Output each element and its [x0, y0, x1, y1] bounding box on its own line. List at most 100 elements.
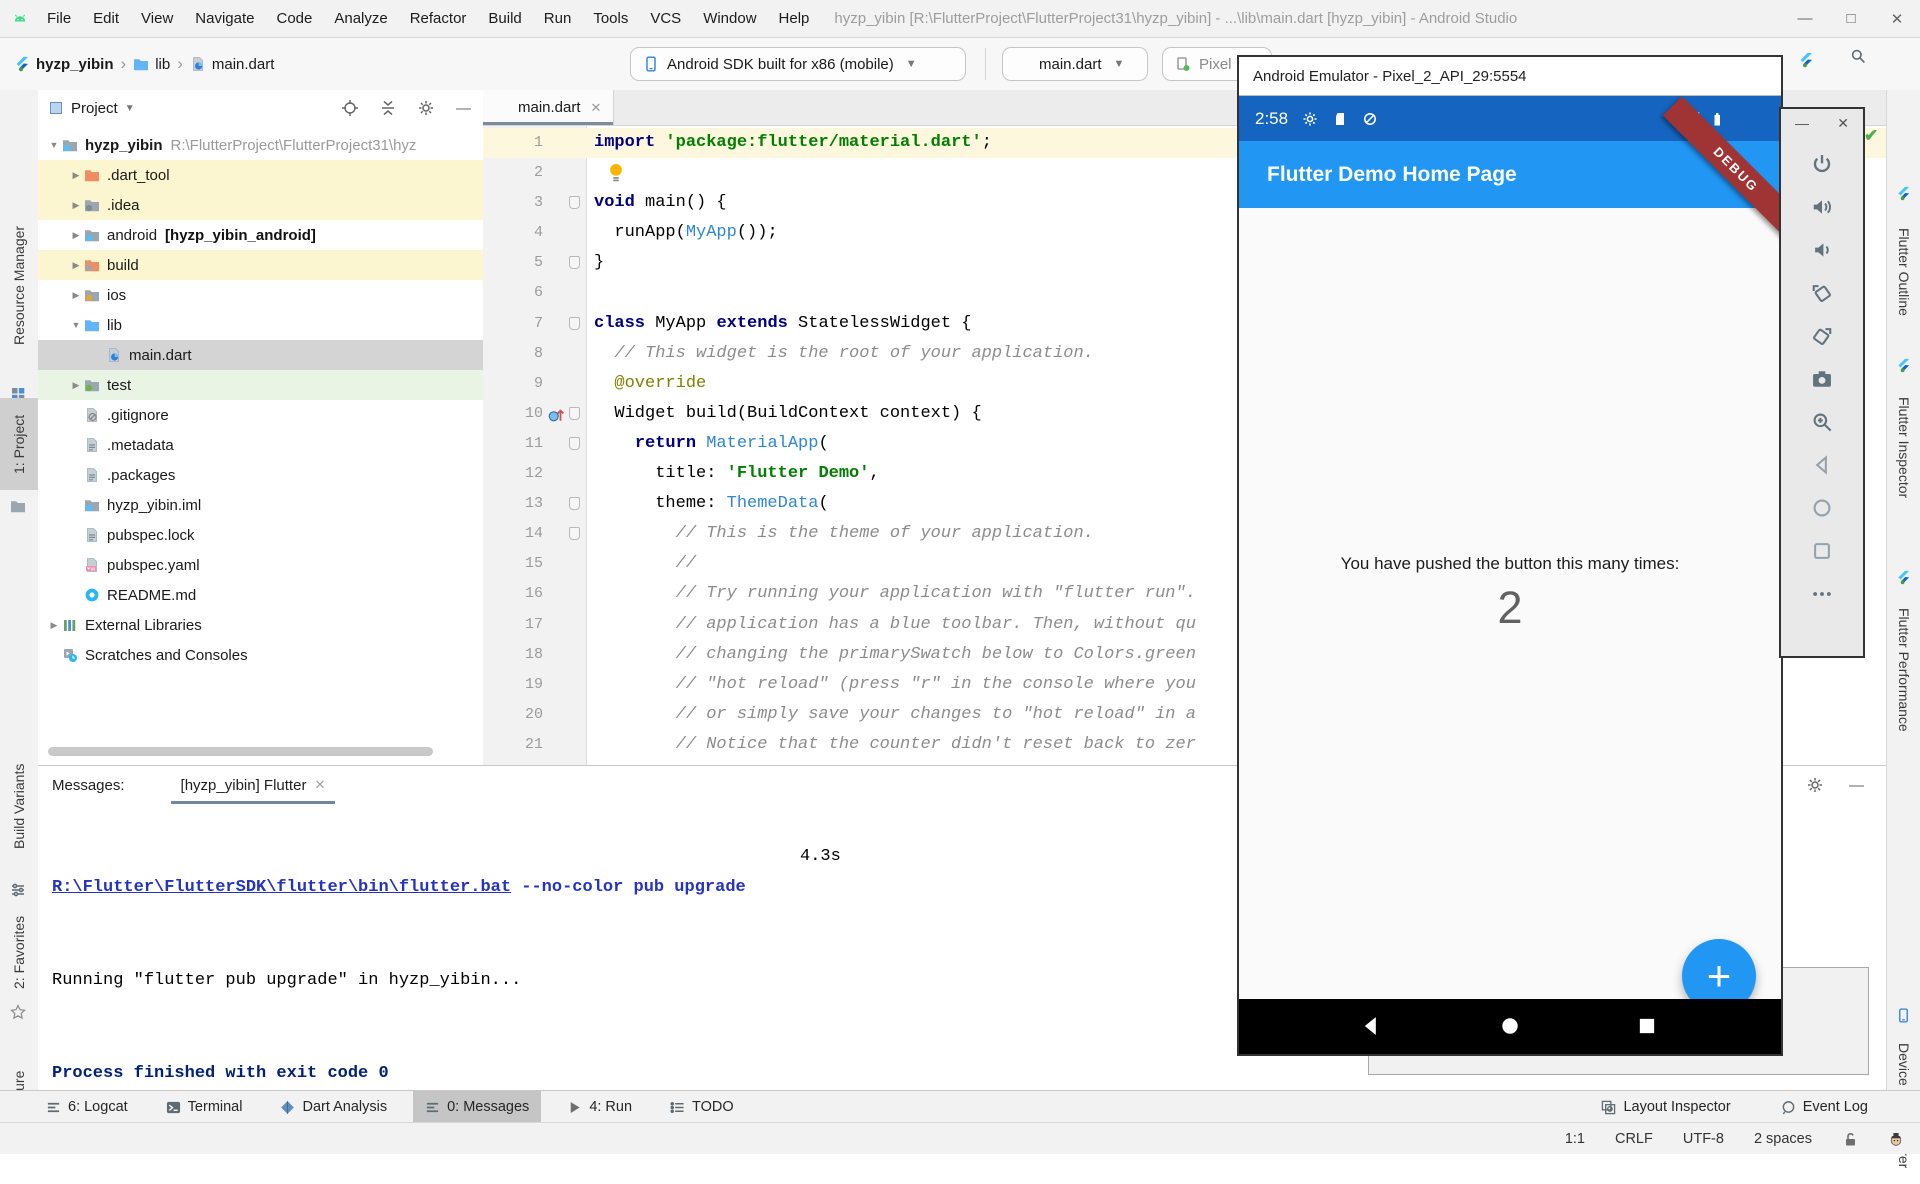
chevron-down-icon[interactable]: ▼ [46, 140, 62, 150]
breadcrumb-item[interactable]: main.dart [190, 56, 275, 73]
chevron-right-icon[interactable]: ▶ [46, 620, 62, 631]
fold-marker-icon[interactable] [569, 437, 580, 450]
emulator-rotate-right-button[interactable] [1809, 323, 1835, 349]
chevron-right-icon[interactable]: ▶ [68, 230, 84, 241]
menu-tools[interactable]: Tools [582, 10, 639, 27]
tree-item--idea[interactable]: ▶.idea [38, 190, 483, 220]
project-panel-title[interactable]: Project [71, 100, 118, 117]
emulator-rotate-left-button[interactable] [1809, 280, 1835, 306]
toolwindow-button-4-run[interactable]: 4: Run [555, 1091, 644, 1123]
emulator-screen[interactable]: 2:58 Flutter Demo Home Page DEBUG [1239, 96, 1781, 1054]
run-configuration-selector[interactable]: main.dart ▼ [1002, 47, 1148, 81]
toolwindow-button-todo[interactable]: TODO [658, 1091, 746, 1123]
menu-vcs[interactable]: VCS [639, 10, 692, 27]
inspections-ok-icon[interactable]: ✔ [1864, 126, 1878, 146]
chevron-right-icon[interactable]: ▶ [68, 170, 84, 181]
toolwindow-button-dart-analysis[interactable]: Dart Analysis [268, 1091, 399, 1123]
toolwindow-button-6-logcat[interactable]: 6: Logcat [34, 1091, 140, 1123]
line-ending[interactable]: CRLF [1615, 1131, 1653, 1147]
emulator-overview-button[interactable] [1809, 538, 1835, 564]
inspection-profile-icon[interactable] [1888, 1131, 1904, 1147]
emulator-close-button[interactable]: ✕ [1837, 115, 1849, 132]
stripe-project[interactable]: 1: Project [0, 398, 38, 490]
toolwindow-button-terminal[interactable]: Terminal [154, 1091, 255, 1123]
caret-position[interactable]: 1:1 [1565, 1131, 1585, 1147]
tree-item-test[interactable]: ▶test [38, 370, 483, 400]
emulator-volume-down-button[interactable] [1809, 237, 1835, 263]
file-encoding[interactable]: UTF-8 [1683, 1131, 1724, 1147]
flutter-attach-icon[interactable] [1798, 52, 1814, 68]
hide-panel-icon[interactable]: — [1849, 777, 1864, 794]
project-folder-icon[interactable] [10, 498, 26, 514]
tree-item-scratches-and-consoles[interactable]: Scratches and Consoles [38, 640, 483, 670]
flutter-icon[interactable] [1896, 358, 1911, 373]
fold-marker-icon[interactable] [569, 317, 580, 330]
toolwindow-button-layout-inspector[interactable]: Layout Inspector [1589, 1091, 1742, 1123]
menu-window[interactable]: Window [692, 10, 767, 27]
tree-item-pubspec-yaml[interactable]: pubspec.yaml [38, 550, 483, 580]
fold-marker-icon[interactable] [569, 407, 580, 420]
window-maximize-button[interactable]: □ [1828, 10, 1874, 27]
chevron-down-icon[interactable]: ▼ [125, 103, 135, 114]
tree-item-hyzp-yibin-iml[interactable]: hyzp_yibin.iml [38, 490, 483, 520]
menu-refactor[interactable]: Refactor [399, 10, 478, 27]
phone-icon[interactable] [1896, 1008, 1911, 1023]
tree-item--dart-tool[interactable]: ▶.dart_tool [38, 160, 483, 190]
stripe-flutter-inspector[interactable]: Flutter Inspector [1887, 378, 1920, 518]
tree-item-ios[interactable]: ▶ios [38, 280, 483, 310]
emulator-zoom-button[interactable] [1809, 409, 1835, 435]
device-selector[interactable]: Android SDK built for x86 (mobile) ▼ [630, 47, 966, 81]
tree-item--packages[interactable]: .packages [38, 460, 483, 490]
tree-item-android[interactable]: ▶android[hyzp_yibin_android] [38, 220, 483, 250]
close-tab-icon[interactable]: ✕ [314, 777, 325, 793]
menu-help[interactable]: Help [768, 10, 821, 27]
stripe-build-variants[interactable]: Build Variants [0, 736, 38, 876]
fold-marker-icon[interactable] [569, 497, 580, 510]
flutter-icon[interactable] [1896, 570, 1911, 585]
emulator-volume-up-button[interactable] [1809, 194, 1835, 220]
search-everywhere-icon[interactable] [1850, 48, 1866, 64]
hide-panel-icon[interactable]: — [456, 100, 471, 117]
menu-file[interactable]: File [36, 10, 82, 27]
fold-marker-icon[interactable] [569, 256, 580, 269]
nav-back-icon[interactable] [1360, 1015, 1382, 1037]
stripe-resource-manager[interactable]: Resource Manager [0, 190, 38, 380]
settings-gear-icon[interactable] [1807, 777, 1823, 793]
tab-main-dart[interactable]: main.dart ✕ [483, 90, 614, 125]
chevron-right-icon[interactable]: ▶ [68, 290, 84, 301]
window-minimize-button[interactable]: — [1782, 10, 1828, 27]
toolwindow-button-event-log[interactable]: Event Log [1769, 1091, 1880, 1123]
breadcrumb-item[interactable]: lib [133, 56, 170, 73]
tree-item-readme-md[interactable]: README.md [38, 580, 483, 610]
emulator-power-button[interactable] [1809, 151, 1835, 177]
menu-edit[interactable]: Edit [82, 10, 130, 27]
toolwindow-button-0-messages[interactable]: 0: Messages [413, 1091, 541, 1123]
chevron-down-icon[interactable]: ▼ [68, 320, 84, 330]
tree-item-main-dart[interactable]: main.dart [38, 340, 483, 370]
tree-item--gitignore[interactable]: .gitignore [38, 400, 483, 430]
fold-marker-icon[interactable] [569, 527, 580, 540]
tree-item-lib[interactable]: ▼lib [38, 310, 483, 340]
menu-run[interactable]: Run [533, 10, 583, 27]
settings-gear-icon[interactable] [418, 100, 434, 116]
tree-item-pubspec-lock[interactable]: pubspec.lock [38, 520, 483, 550]
collapse-all-icon[interactable] [380, 100, 396, 116]
flutter-icon[interactable] [1896, 186, 1911, 201]
unlock-icon[interactable] [1842, 1131, 1858, 1147]
nav-home-icon[interactable] [1499, 1015, 1521, 1037]
locate-file-icon[interactable] [342, 100, 358, 116]
tree-item-build[interactable]: ▶build [38, 250, 483, 280]
breadcrumb-item[interactable]: hyzp_yibin [14, 56, 114, 73]
window-close-button[interactable]: ✕ [1874, 10, 1920, 28]
nav-overview-icon[interactable] [1636, 1015, 1658, 1037]
chevron-right-icon[interactable]: ▶ [68, 200, 84, 211]
emulator-more-button[interactable] [1809, 581, 1835, 607]
tree-item--metadata[interactable]: .metadata [38, 430, 483, 460]
menu-analyze[interactable]: Analyze [323, 10, 398, 27]
stripe-flutter-performance[interactable]: Flutter Performance [1887, 590, 1920, 750]
emulator-title-bar[interactable]: Android Emulator - Pixel_2_API_29:5554 [1239, 57, 1781, 96]
override-method-gutter-icon[interactable] [547, 405, 565, 423]
stripe-favorites[interactable]: 2: Favorites [0, 906, 38, 998]
chevron-right-icon[interactable]: ▶ [68, 380, 84, 391]
menu-navigate[interactable]: Navigate [184, 10, 265, 27]
